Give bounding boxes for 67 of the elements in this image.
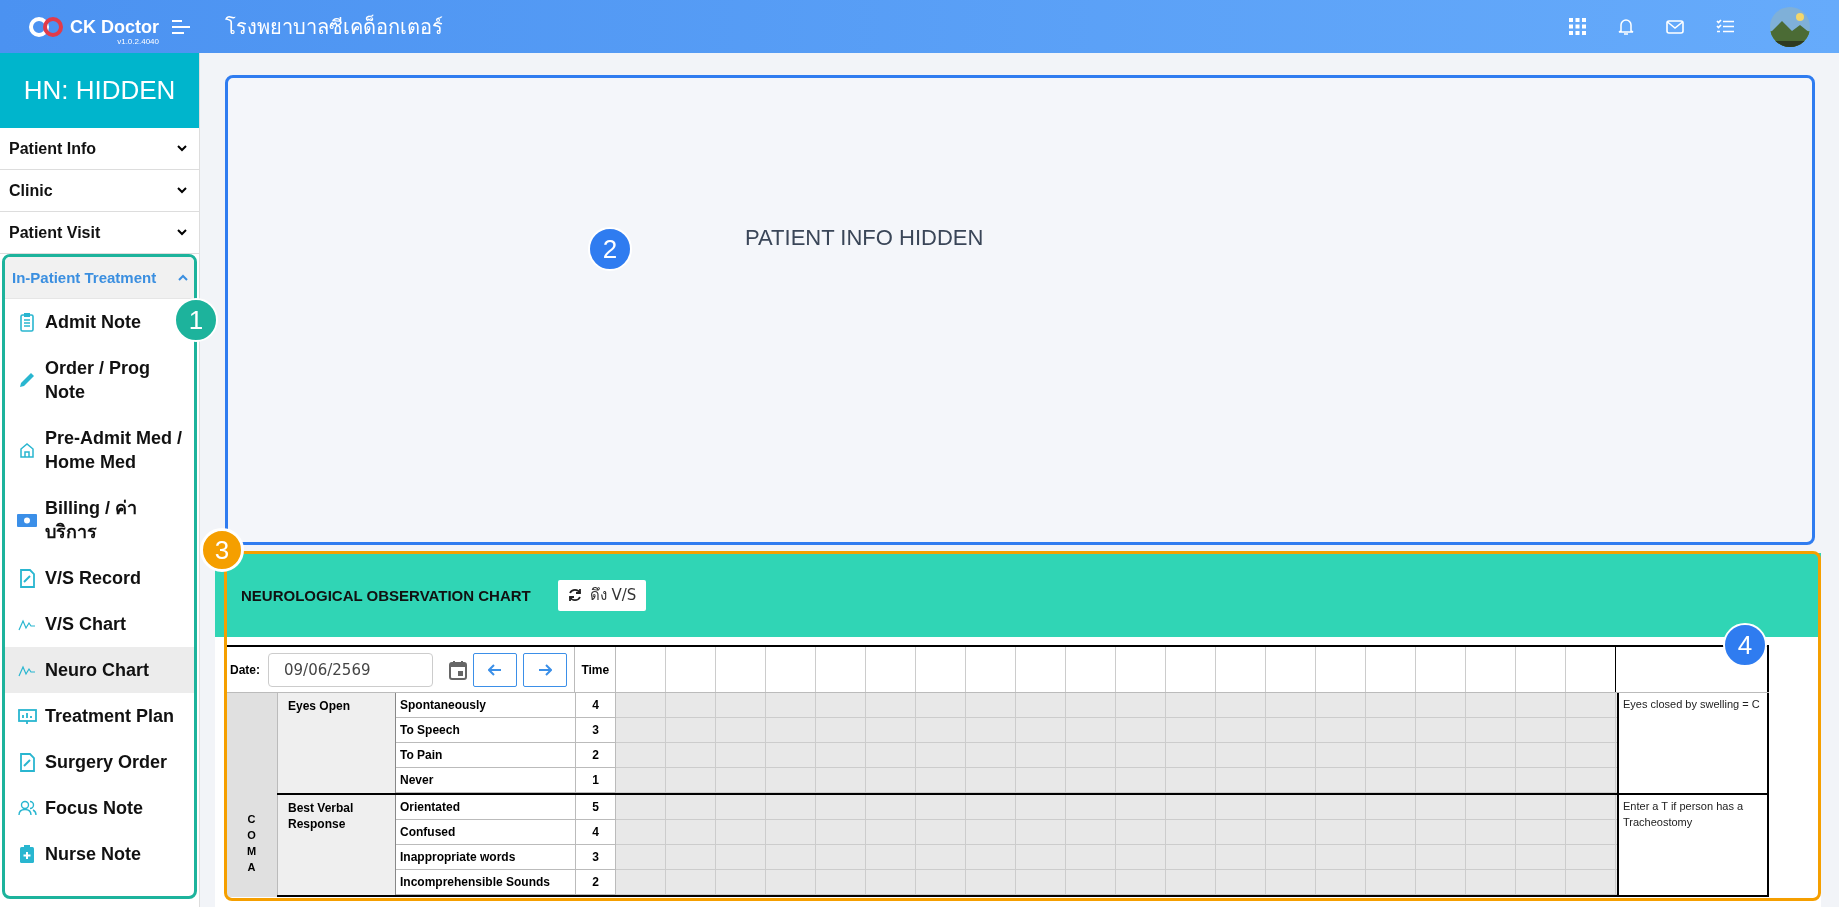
option-cell: Orientated bbox=[396, 795, 576, 820]
refresh-icon bbox=[567, 588, 582, 602]
calendar-icon[interactable] bbox=[449, 659, 467, 680]
brand-name: CK Doctor bbox=[70, 16, 159, 37]
sidebar-item[interactable]: Neuro Chart bbox=[5, 647, 194, 693]
observation-grid[interactable] bbox=[616, 795, 1617, 895]
category-cell: Eyes Open bbox=[277, 693, 396, 793]
logo-icon bbox=[28, 15, 64, 38]
sidebar-item[interactable]: Pre-Admit Med / Home Med bbox=[5, 415, 194, 485]
sidebar-item[interactable]: Nurse Note bbox=[5, 831, 194, 877]
people-icon bbox=[17, 800, 37, 816]
next-date-button[interactable] bbox=[523, 652, 567, 687]
option-cell: Inappropriate words bbox=[396, 845, 576, 870]
observation-grid[interactable] bbox=[616, 693, 1617, 793]
date-field[interactable]: 09/06/2569 bbox=[268, 652, 433, 687]
chart-line-icon bbox=[18, 617, 36, 631]
sidebar-item[interactable]: Surgery Order bbox=[5, 739, 194, 785]
number-badge: 3 bbox=[200, 528, 244, 572]
version-text: v1.0.2.4040 bbox=[117, 36, 159, 47]
home-icon bbox=[19, 442, 35, 458]
sidebar-item[interactable]: Admit Note bbox=[5, 299, 168, 345]
chart-line-icon bbox=[18, 663, 36, 677]
checklist-icon[interactable] bbox=[1716, 19, 1734, 34]
patient-hn: HN: HIDDEN bbox=[0, 53, 199, 128]
chevron-up-icon bbox=[178, 274, 188, 281]
arrow-left-icon bbox=[488, 663, 502, 676]
category-cell: Best Verbal Response bbox=[277, 795, 396, 895]
bell-icon[interactable] bbox=[1618, 17, 1634, 36]
document-icon bbox=[18, 752, 36, 772]
patient-info-text: PATIENT INFO HIDDEN bbox=[745, 225, 984, 250]
card-title: NEUROLOGICAL OBSERVATION CHART bbox=[241, 586, 531, 604]
menu-header[interactable]: Patient Info bbox=[0, 128, 199, 170]
sidebar-item[interactable]: Treatment Plan bbox=[5, 693, 194, 739]
option-cell: Confused bbox=[396, 820, 576, 845]
sidebar-item[interactable]: Focus Note bbox=[5, 785, 194, 831]
sidebar-item[interactable]: Order / Prog Note bbox=[5, 345, 194, 415]
apps-grid-icon[interactable] bbox=[1569, 18, 1586, 35]
document-icon bbox=[18, 568, 36, 588]
mail-icon[interactable] bbox=[1666, 19, 1684, 34]
hospital-name: โรงพยาบาลซีเคด็อกเตอร์ bbox=[225, 13, 443, 41]
sidebar-item[interactable]: Billing / ค่าบริการ bbox=[5, 485, 194, 555]
section-cell: COMA bbox=[226, 692, 277, 897]
note-cell: Enter a T if person has a Tracheostomy bbox=[1617, 795, 1769, 895]
option-cell: To Pain bbox=[396, 743, 576, 768]
previous-date-button[interactable] bbox=[473, 652, 517, 687]
clipboard-icon bbox=[20, 312, 34, 332]
pull-vs-button[interactable]: ดึง V/S bbox=[557, 579, 647, 611]
chevron-down-icon bbox=[177, 187, 187, 194]
sidebar-item[interactable]: V/S Record bbox=[5, 555, 194, 601]
presentation-icon bbox=[17, 707, 37, 725]
number-badge: 1 bbox=[174, 298, 218, 342]
option-cell: Incomprehensible Sounds bbox=[396, 870, 576, 895]
menu-header[interactable]: Patient Visit bbox=[0, 212, 199, 254]
sidebar-item[interactable]: V/S Chart bbox=[5, 601, 194, 647]
option-cell: Spontaneously bbox=[396, 693, 576, 718]
menu-icon[interactable] bbox=[171, 18, 191, 35]
banknote-icon bbox=[17, 513, 37, 527]
pencil-icon bbox=[18, 371, 36, 389]
clipboard-plus-icon bbox=[20, 845, 34, 863]
option-cell: Never bbox=[396, 768, 576, 793]
date-label: Date: bbox=[230, 662, 260, 677]
menu-header[interactable]: Clinic bbox=[0, 170, 199, 212]
arrow-right-icon bbox=[538, 663, 552, 676]
chevron-down-icon bbox=[177, 229, 187, 236]
chevron-down-icon bbox=[177, 145, 187, 152]
note-cell: Eyes closed by swelling = C bbox=[1617, 693, 1769, 793]
option-cell: To Speech bbox=[396, 718, 576, 743]
